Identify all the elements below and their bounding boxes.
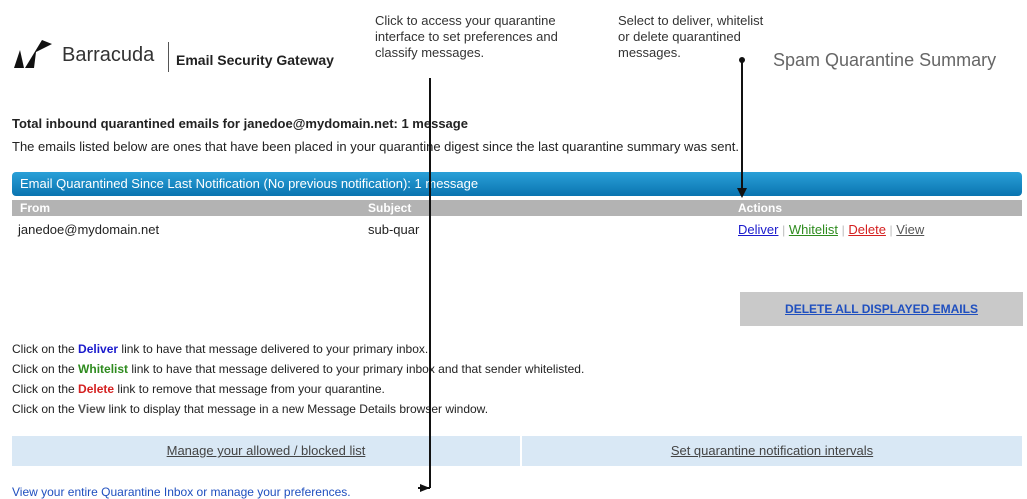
annotation-arrows	[418, 57, 747, 492]
callout-arrowhead	[737, 188, 747, 198]
